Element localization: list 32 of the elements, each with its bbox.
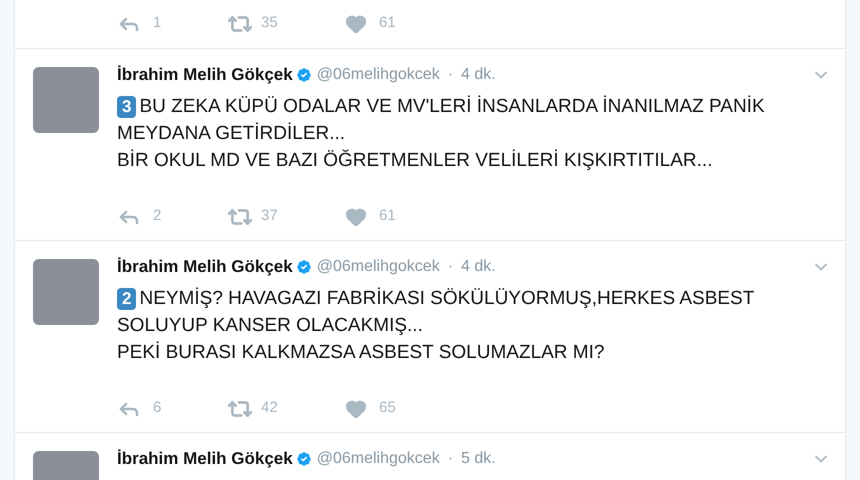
like-count: 61 [379,13,396,34]
tweet-text-line: BİR OKUL MD VE BAZI ÖĞRETMENLER VELİLERİ KIŞKIRTITILAR... [117,148,714,173]
tweet-time[interactable]: 4 dk. [461,63,496,87]
reply-count: 6 [153,398,162,418]
reply-count: 2 [153,206,162,226]
heart-icon[interactable] [345,398,367,420]
tweet-time[interactable]: 4 dk. [461,255,496,279]
author-name[interactable]: İbrahim Melih Gökçek [117,446,293,472]
separator-dot: · [448,65,454,85]
retweet-count: 35 [261,13,278,34]
heart-icon[interactable] [345,206,367,228]
author-handle[interactable]: @06melihgokcek [316,447,440,471]
author-name[interactable]: İbrahim Melih Gökçek [117,62,293,88]
reply-count: 1 [153,13,162,34]
heart-icon[interactable] [345,12,367,34]
like-count: 65 [379,398,396,418]
retweet-count: 42 [261,398,278,418]
avatar-photo-placeholder[interactable] [33,67,99,133]
avatar-photo-placeholder[interactable] [33,259,99,325]
number-badge: 2 [117,288,136,310]
retweet-count: 37 [261,206,278,226]
tweet-text-line: 2 NEYMİŞ? HAVAGAZI FABRİKASI SÖKÜLÜYORMUŞ,HERKES ASBEST SOLUYUP KANSER OLACAKMIŞ... [117,286,755,338]
author-name[interactable]: İbrahim Melih Gökçek [117,254,293,280]
separator-dot: · [448,257,454,277]
tweet-text-line: PEKİ BURASI KALKMAZSA ASBEST SOLUMAZLAR MI? [117,340,606,365]
like-count: 61 [379,206,396,226]
tweet-text-line: 3 BU ZEKA KÜPÜ ODALAR VE MV'LERİ İNSANLARDA İNANILMAZ PANİK MEYDANA GETİRDİLER... [117,94,766,146]
number-badge: 3 [117,96,136,118]
separator-dot: · [448,449,454,469]
tweet-time[interactable]: 5 dk. [461,447,496,471]
author-handle[interactable]: @06melihgokcek [316,255,440,279]
author-handle[interactable]: @06melihgokcek [316,63,440,87]
